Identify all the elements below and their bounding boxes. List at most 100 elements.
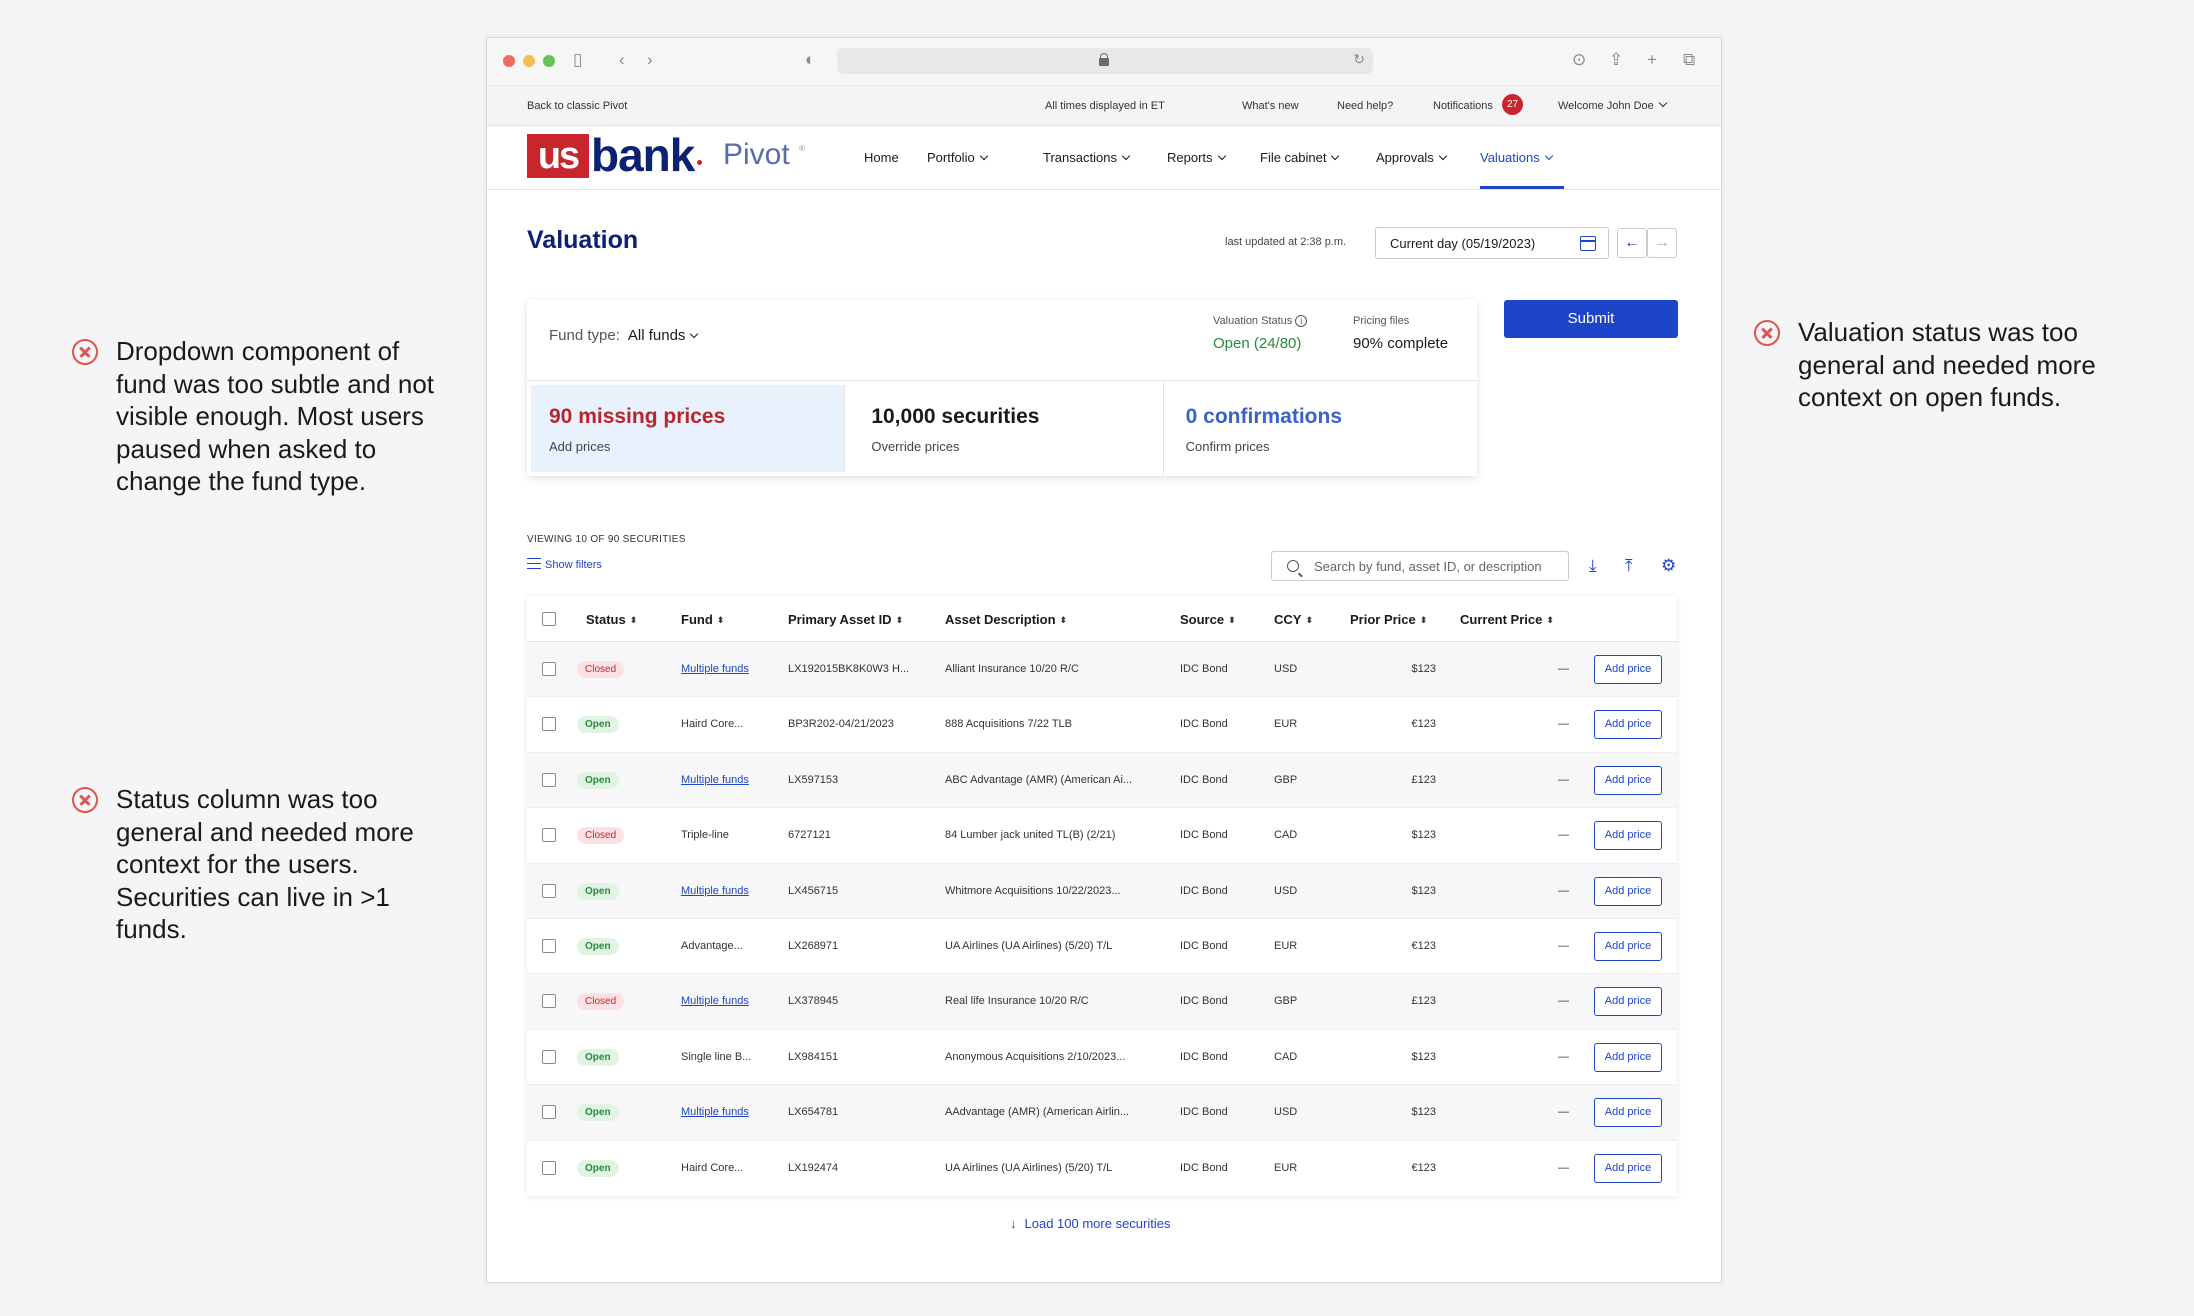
table-row: Open Single line B... LX984151 Anonymous Ac… (527, 1030, 1677, 1086)
share-icon[interactable]: ⇪ (1609, 50, 1623, 70)
add-price-button[interactable]: Add price (1594, 821, 1662, 851)
add-price-button[interactable]: Add price (1594, 931, 1662, 961)
missing-prices-tile[interactable]: 90 missing prices Add prices (531, 385, 846, 472)
address-bar[interactable]: ↻ (837, 48, 1373, 74)
source: IDC Bond (1180, 663, 1228, 675)
active-nav-underline (1480, 186, 1564, 189)
table-body: Closed Multiple funds LX192015BK8K0W3 H...… (527, 642, 1677, 1196)
sort-icon: ⬍ (1228, 615, 1236, 625)
search-placeholder: Search by fund, asset ID, or description (1314, 559, 1542, 574)
row-checkbox[interactable] (542, 1160, 556, 1175)
row-checkbox[interactable] (542, 1105, 556, 1120)
nav-item-reports[interactable]: Reports (1167, 150, 1226, 165)
submit-button[interactable]: Submit (1504, 300, 1678, 338)
load-more-button[interactable]: ↓ Load 100 more securities (1010, 1216, 1170, 1231)
next-day-button[interactable]: → (1647, 228, 1677, 258)
securities-tile[interactable]: 10,000 securities Override prices (849, 381, 1164, 476)
multiple-funds-link[interactable]: Multiple funds (681, 1106, 749, 1118)
add-price-button[interactable]: Add price (1594, 765, 1662, 795)
help-link[interactable]: Need help? (1337, 100, 1393, 112)
back-arrow-icon[interactable]: ‹ (619, 50, 625, 70)
show-filters-label: Show filters (545, 559, 602, 571)
fund-name: Triple-line (681, 829, 729, 842)
multiple-funds-link[interactable]: Multiple funds (681, 774, 749, 786)
nav-item-approvals[interactable]: Approvals (1376, 150, 1448, 165)
source: IDC Bond (1180, 1161, 1228, 1174)
sidebar-toggle-icon[interactable]: ▯ (573, 50, 582, 70)
nav-item-transactions[interactable]: Transactions (1043, 150, 1131, 165)
minimize-window-button[interactable] (523, 55, 535, 67)
upload-icon[interactable]: ⤒ (1625, 556, 1633, 576)
annotation-text: Dropdown component of fund was too subtl… (116, 336, 435, 496)
add-price-button[interactable]: Add price (1594, 1153, 1662, 1183)
multiple-funds-link[interactable]: Multiple funds (681, 663, 749, 675)
row-checkbox[interactable] (542, 883, 556, 898)
table-header: Status ⬍ Fund ⬍ Primary Asset ID ⬍ Asset De… (527, 596, 1677, 642)
column-header-prior-price[interactable]: Prior Price ⬍ (1350, 612, 1427, 627)
multiple-funds-link[interactable]: Multiple funds (681, 885, 749, 897)
privacy-shield-icon[interactable]: ◐ (805, 50, 815, 70)
column-header-status[interactable]: Status ⬍ (586, 612, 637, 627)
source: IDC Bond (1180, 1106, 1228, 1119)
table-row: Open Multiple funds LX654781 AAdvantage (AM… (527, 1085, 1677, 1141)
current-price: — (1558, 1161, 1569, 1174)
column-header-asset-id[interactable]: Primary Asset ID ⬍ (788, 612, 903, 627)
valuation-status-label: Valuation Status (1213, 315, 1293, 327)
forward-arrow-icon[interactable]: › (647, 50, 653, 70)
close-window-button[interactable] (503, 55, 515, 67)
logo-bank: bank (591, 129, 695, 181)
nav-item-file-cabinet[interactable]: File cabinet (1260, 150, 1340, 165)
row-checkbox[interactable] (542, 662, 556, 676)
row-checkbox[interactable] (542, 1049, 556, 1064)
back-to-classic-link[interactable]: Back to classic Pivot (527, 100, 627, 112)
logo-pivot: Pivot (723, 138, 790, 171)
select-all-checkbox[interactable] (542, 612, 556, 626)
row-checkbox[interactable] (542, 717, 556, 732)
table-row: Open Multiple funds LX597153 ABC Advantage … (527, 752, 1677, 809)
download-icon[interactable]: ⤓ (1589, 556, 1597, 576)
notifications-link[interactable]: Notifications (1433, 100, 1493, 112)
add-price-button[interactable]: Add price (1594, 1042, 1662, 1072)
table-row: Open Advantage... LX268971 UA Airlines (UA … (527, 919, 1677, 975)
column-header-current-price[interactable]: Current Price ⬍ (1460, 612, 1554, 627)
add-price-button[interactable]: Add price (1594, 710, 1662, 740)
nav-item-home[interactable]: Home (864, 150, 899, 165)
download-icon[interactable]: ⊙ (1572, 50, 1586, 70)
show-filters-button[interactable]: Show filters (527, 558, 602, 571)
nav-item-portfolio[interactable]: Portfolio (927, 150, 988, 165)
maximize-window-button[interactable] (543, 55, 555, 67)
column-header-ccy[interactable]: CCY ⬍ (1274, 612, 1313, 627)
tab-overview-icon[interactable]: ⧉ (1683, 50, 1695, 70)
add-price-button[interactable]: Add price (1594, 655, 1662, 684)
reload-icon[interactable]: ↻ (1353, 51, 1365, 68)
fund-type-dropdown[interactable]: Fund type: All funds (549, 327, 699, 344)
row-checkbox[interactable] (542, 772, 556, 787)
new-tab-icon[interactable]: + (1647, 50, 1657, 70)
chevron-down-icon (1121, 151, 1131, 161)
confirmations-tile[interactable]: 0 confirmations Confirm prices (1164, 381, 1477, 476)
prior-price: $123 (1411, 829, 1436, 842)
nav-item-valuations[interactable]: Valuations (1480, 150, 1553, 165)
date-picker[interactable]: Current day (05/19/2023) (1375, 227, 1609, 259)
utility-bar: Back to classic Pivot All times displaye… (487, 86, 1721, 126)
settings-gear-icon[interactable]: ⚙ (1661, 556, 1676, 576)
row-checkbox[interactable] (542, 828, 556, 843)
whats-new-link[interactable]: What's new (1242, 100, 1299, 112)
column-header-description[interactable]: Asset Description ⬍ (945, 612, 1067, 627)
info-icon[interactable]: i (1295, 315, 1308, 327)
source: IDC Bond (1180, 939, 1228, 952)
browser-toolbar: ▯ ‹ › ◐ ↻ ⊙ ⇪ + ⧉ (487, 38, 1721, 86)
calendar-icon[interactable] (1580, 236, 1596, 251)
row-checkbox[interactable] (542, 994, 556, 1009)
previous-day-button[interactable]: ← (1617, 228, 1647, 258)
user-menu[interactable]: Welcome John Doe (1558, 98, 1668, 112)
search-input[interactable]: Search by fund, asset ID, or description (1271, 551, 1569, 581)
column-header-source[interactable]: Source ⬍ (1180, 612, 1236, 627)
multiple-funds-link[interactable]: Multiple funds (681, 995, 749, 1007)
add-price-button[interactable]: Add price (1594, 876, 1662, 906)
row-checkbox[interactable] (542, 938, 556, 953)
current-price: — (1558, 995, 1569, 1008)
add-price-button[interactable]: Add price (1594, 987, 1662, 1017)
column-header-fund[interactable]: Fund ⬍ (681, 612, 724, 627)
add-price-button[interactable]: Add price (1594, 1098, 1662, 1128)
